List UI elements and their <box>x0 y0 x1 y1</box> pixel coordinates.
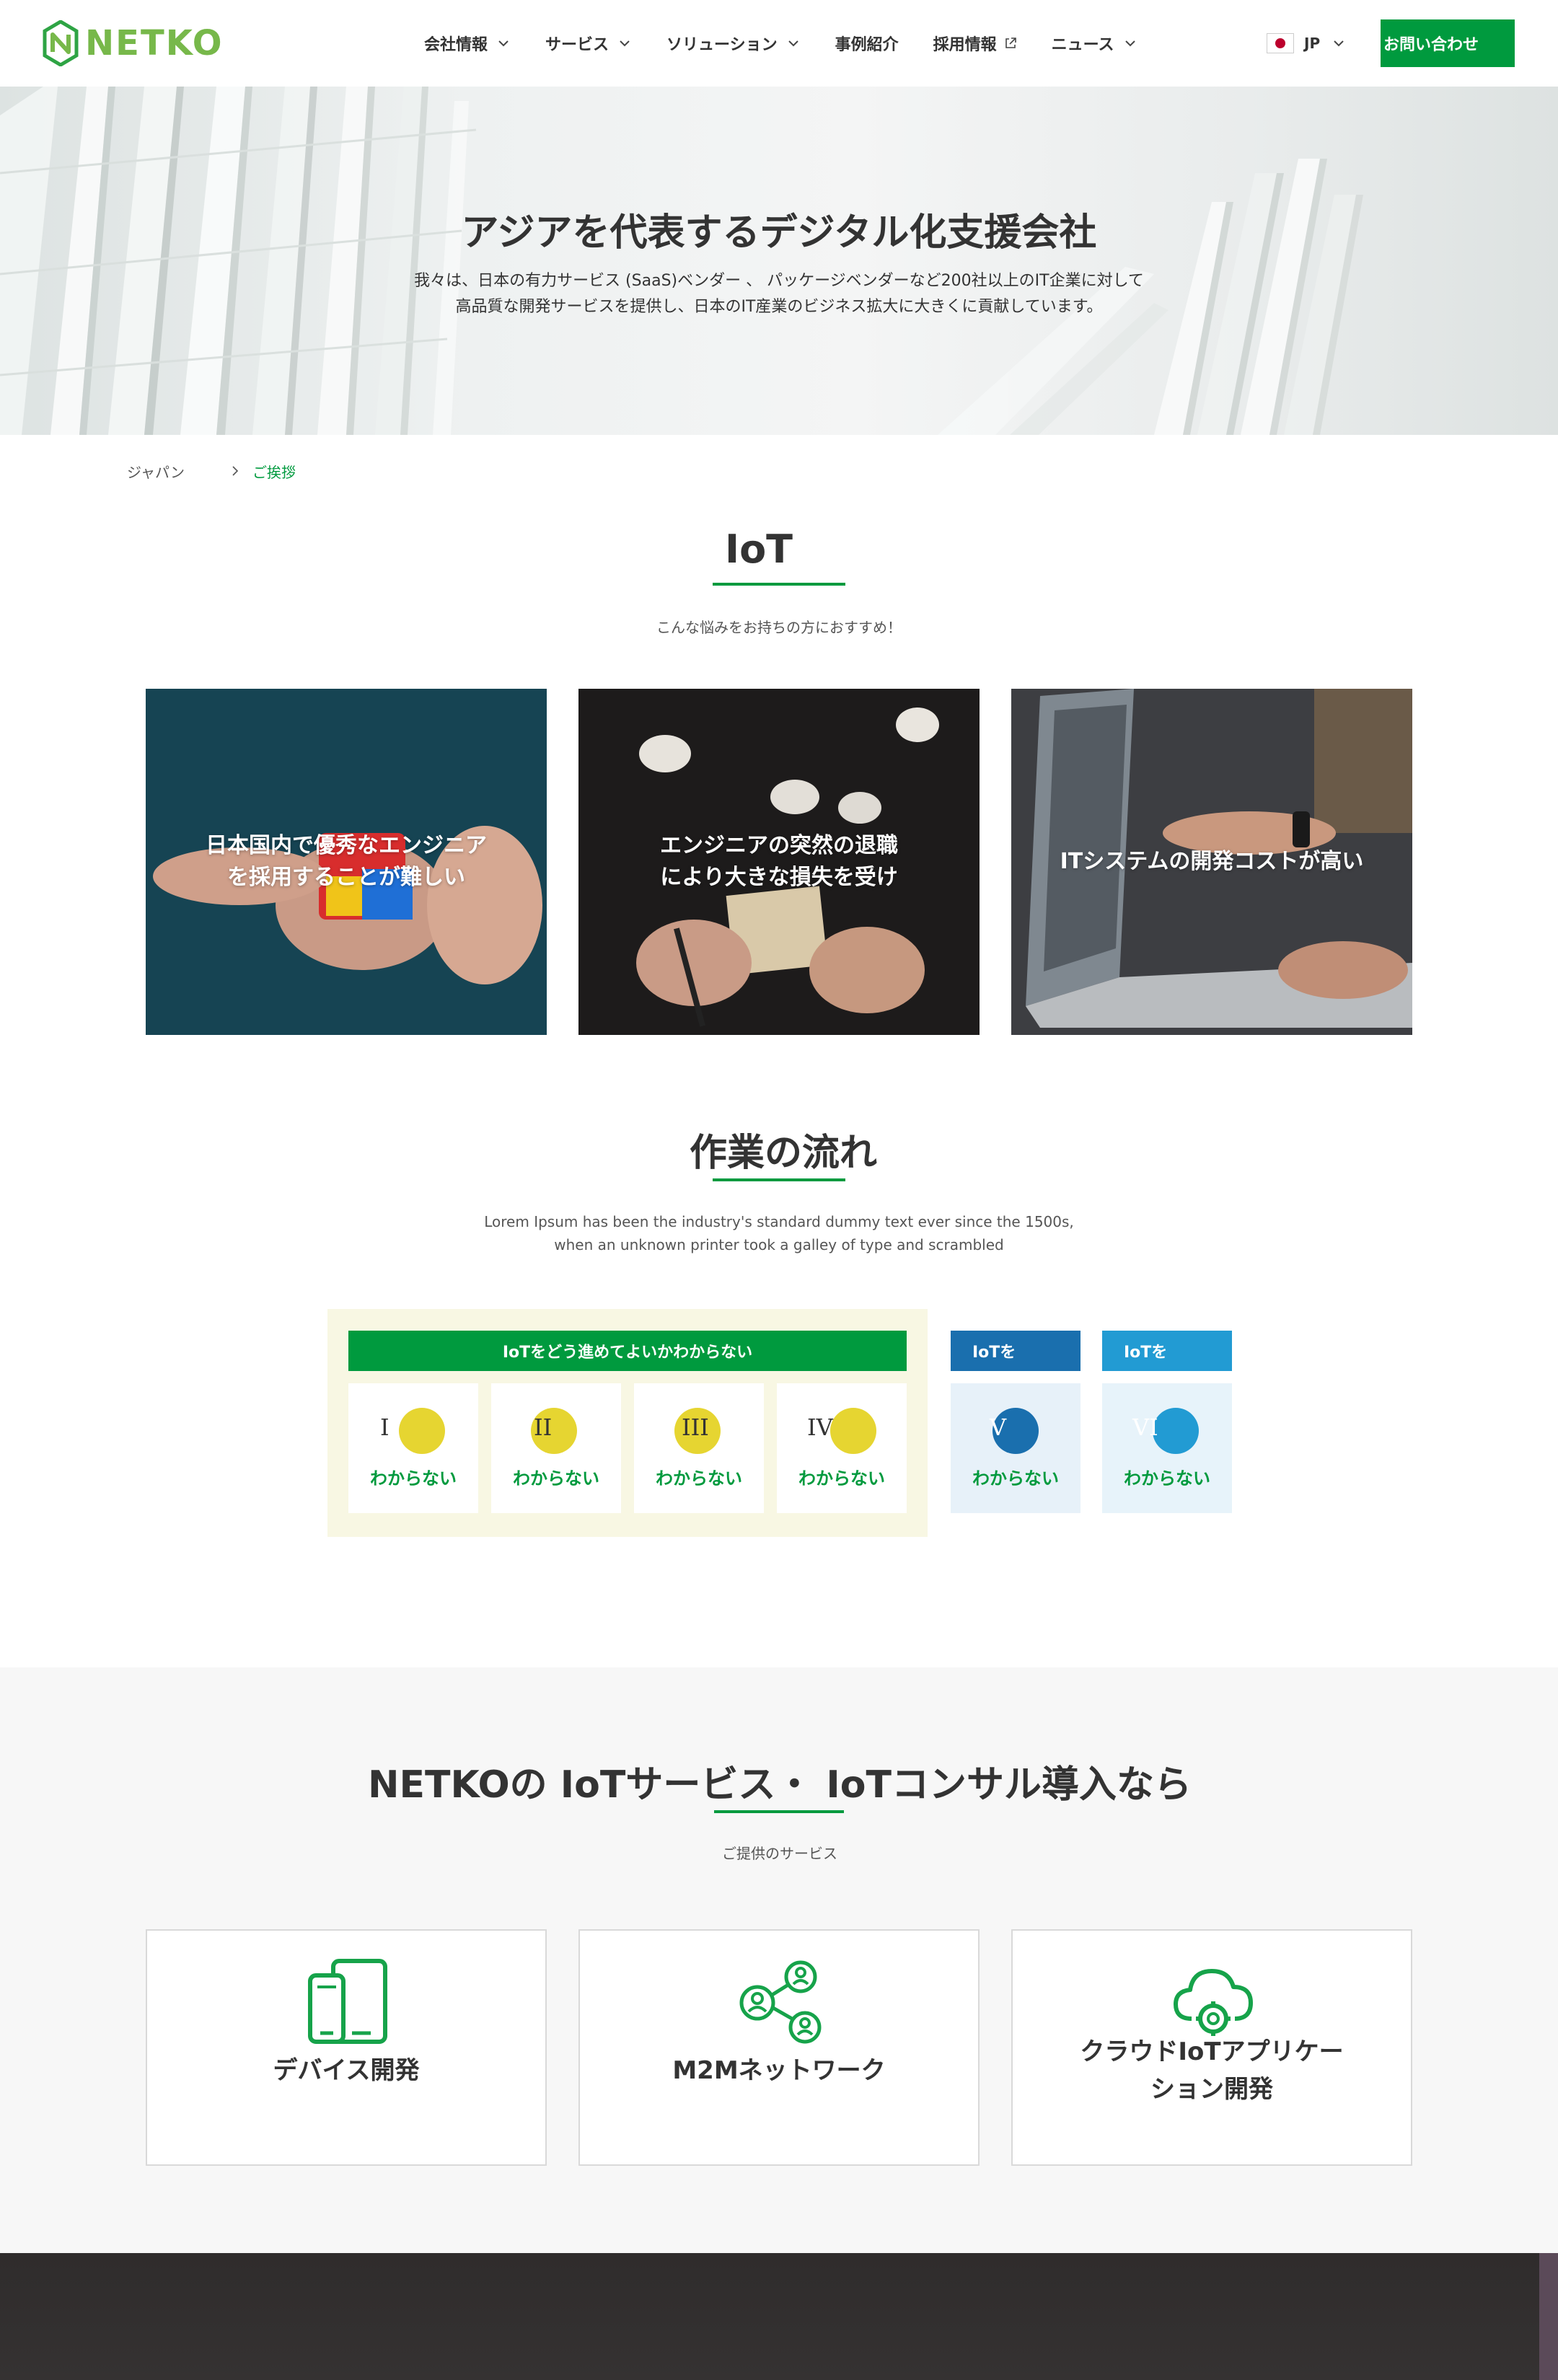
step-number: I <box>380 1414 390 1441</box>
hero-banner: アジアを代表するデジタル化支援会社 我々は、日本の有力サービス (SaaS)ベン… <box>0 87 1558 435</box>
service-card-device[interactable]: デバイス開発 <box>146 1929 547 2166</box>
step-label: わからない <box>370 1468 457 1489</box>
chevron-down-icon <box>620 40 630 47</box>
flow-description-line: Lorem Ipsum has been the industry's stan… <box>484 1213 1074 1230</box>
logo-mark-icon <box>43 20 79 66</box>
chevron-down-icon <box>1334 40 1344 47</box>
language-selector[interactable]: JP <box>1267 30 1346 56</box>
service-card-network[interactable]: M2Mネットワーク <box>578 1929 980 2166</box>
flow-section-title: 作業の流れ <box>689 1132 877 1175</box>
problem-card: ITシステムの開発コストが高い <box>1011 689 1412 1035</box>
iot-section-subtitle: こんな悩みをお持ちの方におすすめ！ <box>656 619 902 636</box>
title-underline <box>713 1178 845 1181</box>
step-marker-icon <box>399 1408 445 1454</box>
external-link-icon <box>1005 38 1016 48</box>
step-label: わからない <box>656 1468 742 1489</box>
step-label: わからない <box>798 1468 885 1489</box>
nav-label: ニュース <box>1051 36 1114 54</box>
step-number: IV <box>807 1414 833 1441</box>
flow-description-line: when an unknown printer took a galley of… <box>554 1236 1004 1253</box>
step-number: V <box>990 1414 1007 1441</box>
problem-card: 日本国内で優秀なエンジニア を採用することが難しい <box>146 689 547 1035</box>
step-label: わからない <box>972 1468 1059 1489</box>
nav-label: 会社情報 <box>424 36 488 54</box>
step-marker-icon <box>830 1408 876 1454</box>
step-number: III <box>682 1414 709 1441</box>
hero-description-line: 高品質な開発サービスを提供し、日本のIT産業のビジネス拡大に大きくに貢献していま… <box>455 298 1103 316</box>
flow-step-header-label: IoTを <box>972 1344 1016 1362</box>
flow-section-description: Lorem Ipsum has been the industry's stan… <box>0 1210 1558 1256</box>
step-marker-icon <box>1153 1408 1199 1454</box>
nav-services[interactable]: サービス <box>545 32 632 55</box>
title-underline <box>714 1810 844 1813</box>
flow-step-header: IoTを <box>1102 1331 1232 1371</box>
flow-group-header: IoTをどう進めてよいかわからない <box>348 1331 907 1371</box>
nav-label: 採用情報 <box>933 36 997 54</box>
nav-case-studies[interactable]: 事例紹介 <box>835 32 899 55</box>
flow-group-header-label: IoTをどう進めてよいかわからない <box>502 1344 753 1362</box>
flow-step: I わからない <box>348 1383 478 1513</box>
site-header: NETKO 会社情報 サービス ソリューション 事例紹介 採用情報 ニュース J… <box>0 0 1558 87</box>
service-card-label: デバイス開発 <box>273 2056 420 2085</box>
contact-button[interactable]: お問い合わせ <box>1381 19 1515 67</box>
services-section-title: NETKOの IoTサービス・ IoTコンサル導入なら <box>368 1763 1192 1807</box>
service-card-label: クラウドIoTアプリケー ション開発 <box>1080 2037 1344 2104</box>
main-nav: 会社情報 サービス ソリューション 事例紹介 採用情報 ニュース <box>424 29 1137 58</box>
nav-label: ソリューション <box>666 36 778 54</box>
chevron-right-icon <box>232 466 239 476</box>
footer-banner <box>0 2253 1558 2380</box>
language-label: JP <box>1304 35 1321 52</box>
title-underline <box>713 583 845 586</box>
cloud-gear-icon <box>1174 1969 1253 2036</box>
step-label: わからない <box>1124 1468 1210 1489</box>
footer-edge-decoration <box>1539 2253 1558 2380</box>
problem-card: エンジニアの突然の退職 により大きな損失を受け <box>578 689 980 1035</box>
breadcrumb-home-link[interactable]: ジャパン <box>127 461 185 482</box>
devices-icon <box>308 1959 387 2044</box>
step-number: VI <box>1132 1414 1158 1441</box>
logo-text: NETKO <box>85 23 224 63</box>
hero-description-line: 我々は、日本の有力サービス (SaaS)ベンダー 、 パッケージベンダーなど20… <box>414 272 1144 290</box>
breadcrumb-current: ご挨拶 <box>252 463 296 481</box>
nav-label: サービス <box>545 36 609 54</box>
iot-section-title: IoT <box>724 526 793 572</box>
services-section-subtitle: ご提供のサービス <box>722 1845 837 1862</box>
flow-step-header: IoTを <box>951 1331 1081 1371</box>
service-card-cloud[interactable]: クラウドIoTアプリケー ション開発 <box>1011 1929 1412 2166</box>
nav-solutions[interactable]: ソリューション <box>666 32 801 55</box>
problem-card-text: ITシステムの開発コストが高い <box>1060 849 1364 874</box>
step-number: II <box>534 1414 553 1441</box>
japan-flag-icon <box>1267 33 1294 53</box>
chevron-down-icon <box>1125 40 1135 47</box>
chevron-down-icon <box>788 40 798 47</box>
network-icon <box>739 1960 822 2044</box>
hero-building-image <box>0 87 1363 435</box>
problem-card-text: 日本国内で優秀なエンジニア を採用することが難しい <box>206 833 487 890</box>
logo[interactable]: NETKO <box>42 20 224 66</box>
nav-news[interactable]: ニュース <box>1052 32 1137 55</box>
problem-card-text: エンジニアの突然の退職 により大きな損失を受け <box>660 833 898 890</box>
flow-step: III わからない <box>634 1383 764 1513</box>
hero-title: アジアを代表するデジタル化支援会社 <box>461 211 1097 255</box>
service-card-label: M2Mネットワーク <box>672 2056 886 2085</box>
step-label: わからない <box>513 1468 599 1489</box>
nav-label: 事例紹介 <box>835 36 899 54</box>
nav-recruit[interactable]: 採用情報 <box>933 32 1017 55</box>
breadcrumb: ジャパン ご挨拶 <box>127 460 296 482</box>
flow-step: IV わからない <box>777 1383 907 1513</box>
flow-step: VI わからない <box>1102 1383 1232 1513</box>
flow-step: II わからない <box>491 1383 621 1513</box>
nav-company[interactable]: 会社情報 <box>424 32 511 55</box>
flow-step-header-label: IoTを <box>1124 1344 1168 1362</box>
flow-step: V わからない <box>951 1383 1081 1513</box>
hero-description: 我々は、日本の有力サービス (SaaS)ベンダー 、 パッケージベンダーなど20… <box>0 268 1558 320</box>
chevron-down-icon <box>498 40 509 47</box>
